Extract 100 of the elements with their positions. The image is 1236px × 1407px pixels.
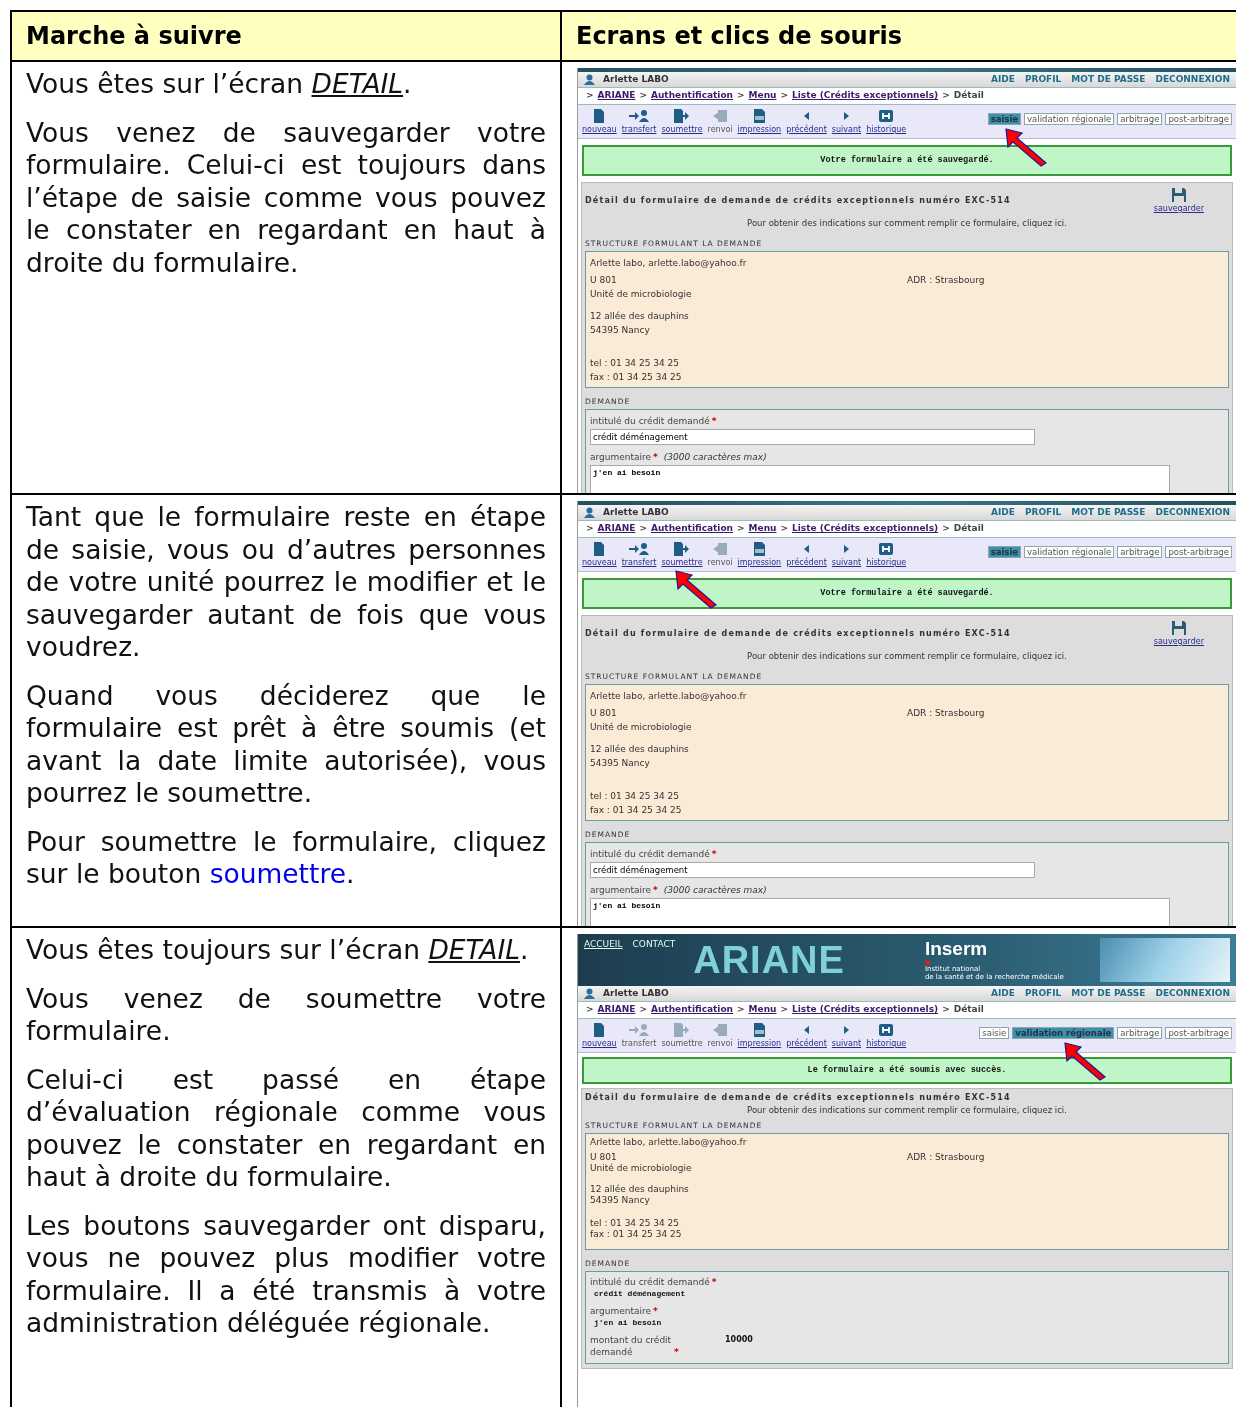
breadcrumb-link[interactable]: ARIANE [597,1003,636,1017]
top-link[interactable]: MOT DE PASSE [1071,505,1146,520]
required-mark: * [674,1346,679,1357]
breadcrumb-separator: > [586,522,594,536]
form-title: Détail du formulaire de demande de crédits exceptionnels numéro EXC-514 [585,194,1011,207]
phone-line: fax : 01 34 25 34 25 [590,803,683,817]
address-line: Unité de microbiologie [590,720,693,734]
form-title: Détail du formulaire de demande de crédits exceptionnels numéro EXC-514 [585,1091,1011,1104]
field-label: argumentaire [590,885,652,896]
workflow-step: saisie [979,1027,1010,1039]
toolbar-link[interactable]: transfert [621,1038,657,1050]
breadcrumb-link[interactable]: ARIANE [597,89,636,103]
user-name: Arlette LABO [603,986,669,1000]
breadcrumb-separator: > [780,1003,788,1017]
toolbar-link[interactable]: soumettre [661,1038,703,1050]
required-mark: * [711,416,717,426]
app-title: ARIANE [693,938,845,982]
top-link[interactable]: MOT DE PASSE [1071,986,1146,1001]
address-line: ADR : Strasbourg [907,1152,985,1162]
toolbar-link[interactable]: impression [737,124,782,136]
instruction-text: Les boutons sauvegarder ont disparu, vous ne pouvez plus modifier votre formulaire. Il a été transmis à votre administration déléguée régionale. [26,1209,546,1340]
toolbar-link[interactable]: suivant [831,124,862,136]
toolbar-link[interactable]: nouveau [582,557,617,569]
input-field[interactable]: crédit déménagement [590,428,1035,446]
input-field[interactable]: crédit déménagement [590,861,1035,879]
soumettre-link[interactable]: soumettre [209,858,347,889]
toolbar-link[interactable]: suivant [831,1038,862,1050]
breadcrumb-link[interactable]: Liste (Crédits exceptionnels) [792,522,939,536]
breadcrumb-current: Détail [953,1003,984,1017]
address-line: Unité de microbiologie [590,1163,693,1175]
breadcrumb-link[interactable]: Menu [748,89,777,103]
top-link[interactable]: AIDE [991,986,1015,1001]
toolbar-link[interactable]: renvoi [707,124,733,136]
toolbar-link[interactable]: historique [866,124,907,136]
breadcrumb-separator: > [942,1003,950,1017]
breadcrumb-current: Détail [953,522,984,536]
top-link[interactable]: AIDE [991,72,1015,87]
text-area[interactable]: j'en ai besoin [590,897,1170,926]
column-header: Marche à suivre [11,11,561,61]
toolbar-link[interactable]: précédent [786,557,827,569]
breadcrumb-separator: > [942,522,950,536]
instruction-text: Pour soumettre le formulaire, cliquez sur le bouton soumettre. [26,825,546,891]
success-message: Le formulaire a été soumis avec succès. [582,1057,1232,1084]
save-link[interactable]: sauvegarder [1153,635,1204,648]
toolbar-link[interactable]: historique [866,557,907,569]
field-label: intitulé du crédit demandé [590,849,710,859]
brand-name: Inserm [924,938,989,960]
form-title: Détail du formulaire de demande de crédits exceptionnels numéro EXC-514 [585,627,1011,640]
toolbar-link[interactable]: historique [866,1038,907,1050]
toolbar-link[interactable]: transfert [621,124,657,136]
top-link[interactable]: DECONNEXION [1155,505,1230,520]
toolbar-link[interactable]: renvoi [707,557,733,569]
breadcrumb-separator: > [586,89,594,103]
email-link[interactable]: arlette.labo@yahoo.fr [648,690,747,701]
top-link[interactable]: MOT DE PASSE [1071,72,1146,87]
toolbar-link[interactable]: soumettre [661,124,703,136]
toolbar-link[interactable]: transfert [621,557,657,569]
email-link[interactable]: arlette.labo@yahoo.fr [648,1136,747,1147]
text-area[interactable]: j'en ai besoin [590,464,1170,493]
toolbar-link[interactable]: impression [737,557,782,569]
address-line: 54395 Nancy [590,756,651,770]
save-link[interactable]: sauvegarder [1153,202,1204,215]
top-link[interactable]: AIDE [991,505,1015,520]
breadcrumb-link[interactable]: Authentification [651,89,734,103]
breadcrumb-link[interactable]: Authentification [651,522,734,536]
top-link[interactable]: DECONNEXION [1155,986,1230,1001]
toolbar-link[interactable]: nouveau [582,1038,617,1050]
banner-link[interactable]: CONTACT [632,938,676,952]
breadcrumb-link[interactable]: Menu [748,1003,777,1017]
toolbar-link[interactable]: impression [737,1038,782,1050]
breadcrumb-link[interactable]: ARIANE [597,522,636,536]
breadcrumb-current: Détail [953,89,984,103]
address-line: U 801 [590,274,618,288]
toolbar-link[interactable]: précédent [786,1038,827,1050]
phone-line: tel : 01 34 25 34 25 [590,1218,681,1230]
breadcrumb-link[interactable]: Liste (Crédits exceptionnels) [792,89,939,103]
banner-link[interactable]: ACCUEIL [584,938,623,952]
field-hint: (3000 caractères max) [663,885,767,896]
toolbar-link[interactable]: nouveau [582,124,617,136]
breadcrumb-separator: > [586,1003,594,1017]
workflow-step: post-arbitrage [1165,113,1232,125]
instruction-text: Vous êtes sur l’écran DETAIL. [26,68,413,101]
breadcrumb-link[interactable]: Menu [748,522,777,536]
address-line: 12 allée des dauphins [590,1183,690,1195]
top-link[interactable]: DECONNEXION [1155,72,1230,87]
top-link[interactable]: PROFIL [1024,986,1062,1001]
breadcrumb-link[interactable]: Authentification [651,1003,734,1017]
field-value: j'en ai besoin [594,1318,663,1329]
toolbar-link[interactable]: suivant [831,557,862,569]
instruction-text: Vous êtes toujours sur l’écran DETAIL. [26,934,530,967]
toolbar-link[interactable]: renvoi [707,1038,733,1050]
toolbar-link[interactable]: soumettre [661,557,703,569]
workflow-step: post-arbitrage [1165,546,1232,558]
email-link[interactable]: arlette.labo@yahoo.fr [648,257,747,268]
toolbar-link[interactable]: précédent [786,124,827,136]
breadcrumb-separator: > [639,522,647,536]
top-link[interactable]: PROFIL [1024,72,1062,87]
breadcrumb-link[interactable]: Liste (Crédits exceptionnels) [792,1003,939,1017]
field-label: argumentaire [590,452,652,463]
top-link[interactable]: PROFIL [1024,505,1062,520]
